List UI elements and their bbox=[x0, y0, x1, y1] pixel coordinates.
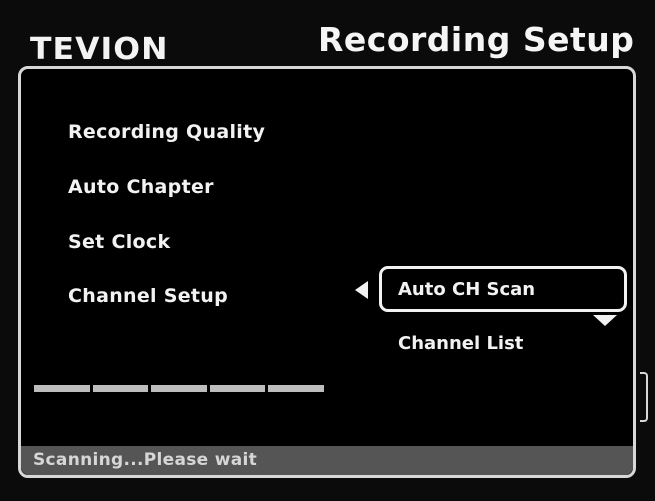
progress-segment bbox=[151, 385, 207, 392]
down-arrow-icon bbox=[593, 315, 617, 326]
page-title: Recording Setup bbox=[318, 20, 635, 59]
status-text: Scanning...Please wait bbox=[33, 450, 258, 470]
submenu-item-auto-ch-scan[interactable]: Auto CH Scan bbox=[398, 279, 535, 300]
progress-segment bbox=[209, 385, 266, 392]
menu-item-auto-chapter[interactable]: Auto Chapter bbox=[68, 176, 214, 198]
submenu-item-channel-list[interactable]: Channel List bbox=[398, 333, 523, 354]
menu-item-channel-setup[interactable]: Channel Setup bbox=[68, 285, 228, 307]
status-bar: Scanning...Please wait bbox=[21, 446, 633, 475]
scan-progress-bar bbox=[34, 385, 324, 392]
menu-item-recording-quality[interactable]: Recording Quality bbox=[68, 121, 265, 143]
progress-segment bbox=[268, 385, 324, 392]
brand-logo: TEVION bbox=[30, 32, 169, 67]
edge-bracket bbox=[640, 372, 648, 422]
left-arrow-icon bbox=[355, 281, 368, 299]
menu-item-set-clock[interactable]: Set Clock bbox=[68, 231, 170, 253]
progress-segment bbox=[92, 385, 149, 392]
progress-segment bbox=[34, 385, 90, 392]
tv-osd-screen: TEVION Recording Setup Recording Quality… bbox=[0, 0, 655, 501]
